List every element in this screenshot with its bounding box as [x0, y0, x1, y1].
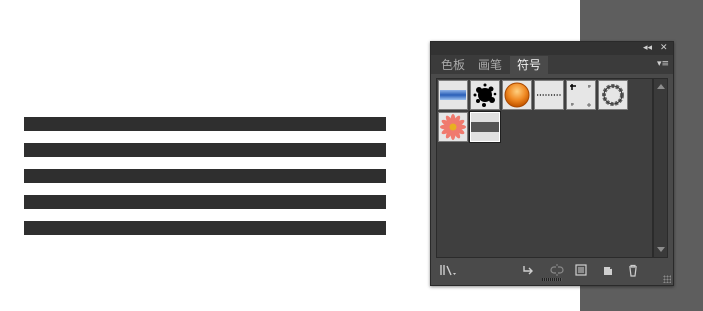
- close-panel-icon[interactable]: ✕: [660, 42, 668, 55]
- gray-band-icon: [471, 113, 499, 141]
- delete-symbol-icon[interactable]: [626, 263, 640, 277]
- corner-marks-icon: [570, 84, 591, 107]
- scroll-up-icon[interactable]: [657, 84, 665, 89]
- panel-drag-grip[interactable]: [542, 278, 562, 281]
- symbol-grid-scrollbar[interactable]: [653, 78, 668, 258]
- blue-gradient-bar-symbol[interactable]: [438, 80, 468, 110]
- chain-ring-symbol[interactable]: [598, 80, 628, 110]
- chain-ring-icon: [602, 84, 624, 106]
- tab-brushes[interactable]: 画笔: [472, 56, 508, 74]
- black-splatter-symbol[interactable]: [470, 80, 500, 110]
- panel-menu-icon[interactable]: ▾≡: [657, 55, 669, 74]
- scroll-down-icon[interactable]: [657, 247, 665, 252]
- symbol-grid: [436, 78, 653, 258]
- artwork-stripe[interactable]: [24, 169, 386, 183]
- pink-flower-symbol[interactable]: [438, 112, 468, 142]
- dotted-line-icon: [537, 94, 562, 96]
- symbol-options-icon[interactable]: [574, 263, 588, 277]
- flower-icon: [440, 114, 466, 140]
- panel-titlebar[interactable]: ◂◂ ✕: [431, 42, 673, 55]
- collapse-panel-icon[interactable]: ◂◂: [643, 42, 652, 55]
- break-link-icon[interactable]: [548, 263, 566, 277]
- corner-marks-symbol[interactable]: [566, 80, 596, 110]
- new-symbol-icon[interactable]: [601, 263, 615, 277]
- gray-band-symbol[interactable]: [470, 112, 500, 142]
- dotted-line-symbol[interactable]: [534, 80, 564, 110]
- orange-circle-icon: [504, 82, 530, 108]
- artwork-stripe[interactable]: [24, 221, 386, 235]
- symbols-panel: ◂◂ ✕ 色板 画笔 符号 ▾≡: [430, 41, 674, 286]
- panel-tabs: 色板 画笔 符号: [431, 55, 673, 74]
- symbol-libraries-icon[interactable]: [439, 263, 459, 277]
- blue-gradient-bar-icon: [440, 90, 466, 100]
- orange-button-symbol[interactable]: [502, 80, 532, 110]
- splatter-icon: [473, 83, 497, 107]
- place-symbol-instance-icon[interactable]: [521, 263, 537, 277]
- tab-symbols[interactable]: 符号: [510, 56, 548, 74]
- tab-swatches[interactable]: 色板: [436, 56, 470, 74]
- artwork-stripe[interactable]: [24, 117, 386, 131]
- panel-resize-handle[interactable]: [663, 275, 671, 283]
- artwork-stripe[interactable]: [24, 143, 386, 157]
- artwork-stripe[interactable]: [24, 195, 386, 209]
